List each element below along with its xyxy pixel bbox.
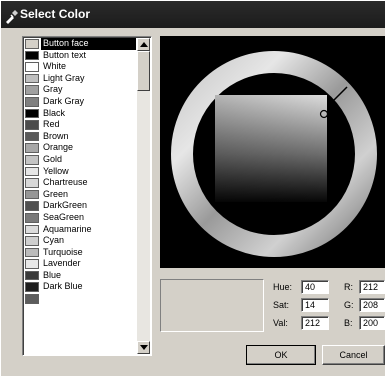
color-swatch	[25, 224, 39, 235]
color-list-items: Button face Button text White Light Gray Gra…	[24, 38, 136, 305]
arrow-down-icon	[140, 345, 148, 350]
color-swatch	[25, 143, 39, 153]
color-list-item[interactable]: Button face	[24, 38, 136, 50]
cancel-button[interactable]: Cancel	[322, 345, 385, 365]
color-list-item[interactable]: Cyan	[24, 235, 136, 247]
color-name: Gold	[43, 153, 63, 164]
color-name: Cyan	[43, 235, 65, 246]
scroll-down-button[interactable]	[137, 341, 150, 354]
green-input[interactable]: 208	[359, 298, 385, 312]
color-list-item[interactable]: Brown	[24, 131, 136, 143]
color-swatch	[25, 189, 39, 200]
hue-label: Hue:	[273, 282, 293, 292]
color-list-item[interactable]: Lavender	[24, 258, 136, 270]
list-scrollbar[interactable]	[137, 38, 150, 354]
color-swatch	[25, 201, 39, 211]
color-name: Yellow	[43, 165, 69, 176]
color-list-item[interactable]: Gray	[24, 84, 136, 96]
color-name: Orange	[43, 142, 74, 153]
color-swatch	[25, 73, 39, 84]
color-name: SeaGreen	[43, 211, 85, 222]
color-list-item[interactable]: Dark Gray	[24, 96, 136, 108]
saturation-overlay	[215, 95, 327, 202]
color-name: Button text	[43, 49, 87, 60]
sat-label: Sat:	[273, 300, 290, 310]
color-swatch	[25, 247, 39, 258]
color-name: Light Gray	[43, 72, 85, 83]
color-list-item[interactable]: Yellow	[24, 166, 136, 178]
color-name: Red	[43, 119, 60, 130]
color-swatch	[25, 212, 39, 223]
color-swatch	[25, 62, 39, 72]
color-swatch	[25, 154, 39, 165]
blue-label: B:	[344, 318, 353, 328]
color-list[interactable]: Button face Button text White Light Gray Gra…	[22, 36, 152, 356]
color-name: Turquoise	[43, 246, 83, 257]
hue-input[interactable]: 40	[301, 280, 329, 294]
color-swatch	[25, 131, 39, 142]
color-list-item[interactable]: Dark Blue	[24, 281, 136, 293]
color-swatch	[25, 166, 39, 177]
color-list-item[interactable]: Light Gray	[24, 73, 136, 85]
color-swatch	[25, 259, 39, 269]
color-swatch	[25, 294, 39, 304]
color-name: White	[43, 61, 67, 72]
color-list-item[interactable]: Blue	[24, 270, 136, 282]
color-swatch	[25, 178, 39, 188]
red-label: R:	[344, 282, 353, 292]
blue-input[interactable]: 200	[359, 316, 385, 330]
color-list-item[interactable]: Button text	[24, 50, 136, 62]
color-swatch	[25, 108, 39, 119]
color-preview-swatch	[160, 279, 264, 332]
color-picker-icon	[4, 6, 18, 24]
color-list-item[interactable]: White	[24, 61, 136, 73]
color-name: Gray	[43, 84, 63, 95]
color-swatch	[25, 270, 39, 281]
green-label: G:	[344, 300, 354, 310]
color-swatch	[25, 39, 39, 49]
color-swatch	[25, 120, 39, 130]
color-name: Blue	[43, 269, 62, 280]
color-name: Chartreuse	[43, 177, 88, 188]
color-list-item[interactable]	[24, 293, 136, 305]
color-swatch	[25, 96, 39, 107]
ok-button[interactable]: OK	[246, 345, 316, 365]
color-name: Black	[43, 107, 66, 118]
color-name: Green	[43, 188, 69, 199]
color-list-item[interactable]: Red	[24, 119, 136, 131]
scroll-thumb[interactable]	[137, 51, 150, 91]
red-input[interactable]: 212	[359, 280, 385, 294]
arrow-up-icon	[140, 42, 148, 47]
color-list-item[interactable]: Gold	[24, 154, 136, 166]
val-label: Val:	[273, 318, 288, 328]
color-wheel[interactable]	[160, 36, 385, 268]
color-list-item[interactable]: SeaGreen	[24, 212, 136, 224]
color-name: Aquamarine	[43, 223, 92, 234]
color-list-item[interactable]: Black	[24, 108, 136, 120]
color-name: Button face	[41, 38, 136, 50]
color-list-item[interactable]: Green	[24, 189, 136, 201]
select-color-dialog: Select Color Button face Button text White…	[0, 0, 385, 376]
color-list-item[interactable]: Turquoise	[24, 247, 136, 259]
color-list-item[interactable]: Chartreuse	[24, 177, 136, 189]
val-input[interactable]: 212	[301, 316, 329, 330]
title-bar[interactable]: Select Color	[0, 0, 385, 28]
color-name: DarkGreen	[43, 200, 88, 211]
sat-input[interactable]: 14	[301, 298, 329, 312]
color-name: Dark Gray	[43, 95, 85, 106]
color-swatch	[25, 85, 39, 95]
dialog-title: Select Color	[20, 7, 91, 21]
color-swatch	[25, 282, 39, 293]
color-list-item[interactable]: Orange	[24, 142, 136, 154]
color-name: Lavender	[43, 258, 81, 269]
scroll-up-button[interactable]	[137, 38, 150, 51]
color-name: Brown	[43, 130, 69, 141]
color-wheel-panel[interactable]	[160, 36, 385, 268]
color-swatch	[25, 236, 39, 246]
color-swatch	[25, 50, 39, 61]
color-name: Dark Blue	[43, 281, 83, 292]
color-list-item[interactable]: DarkGreen	[24, 200, 136, 212]
color-list-item[interactable]: Aquamarine	[24, 224, 136, 236]
